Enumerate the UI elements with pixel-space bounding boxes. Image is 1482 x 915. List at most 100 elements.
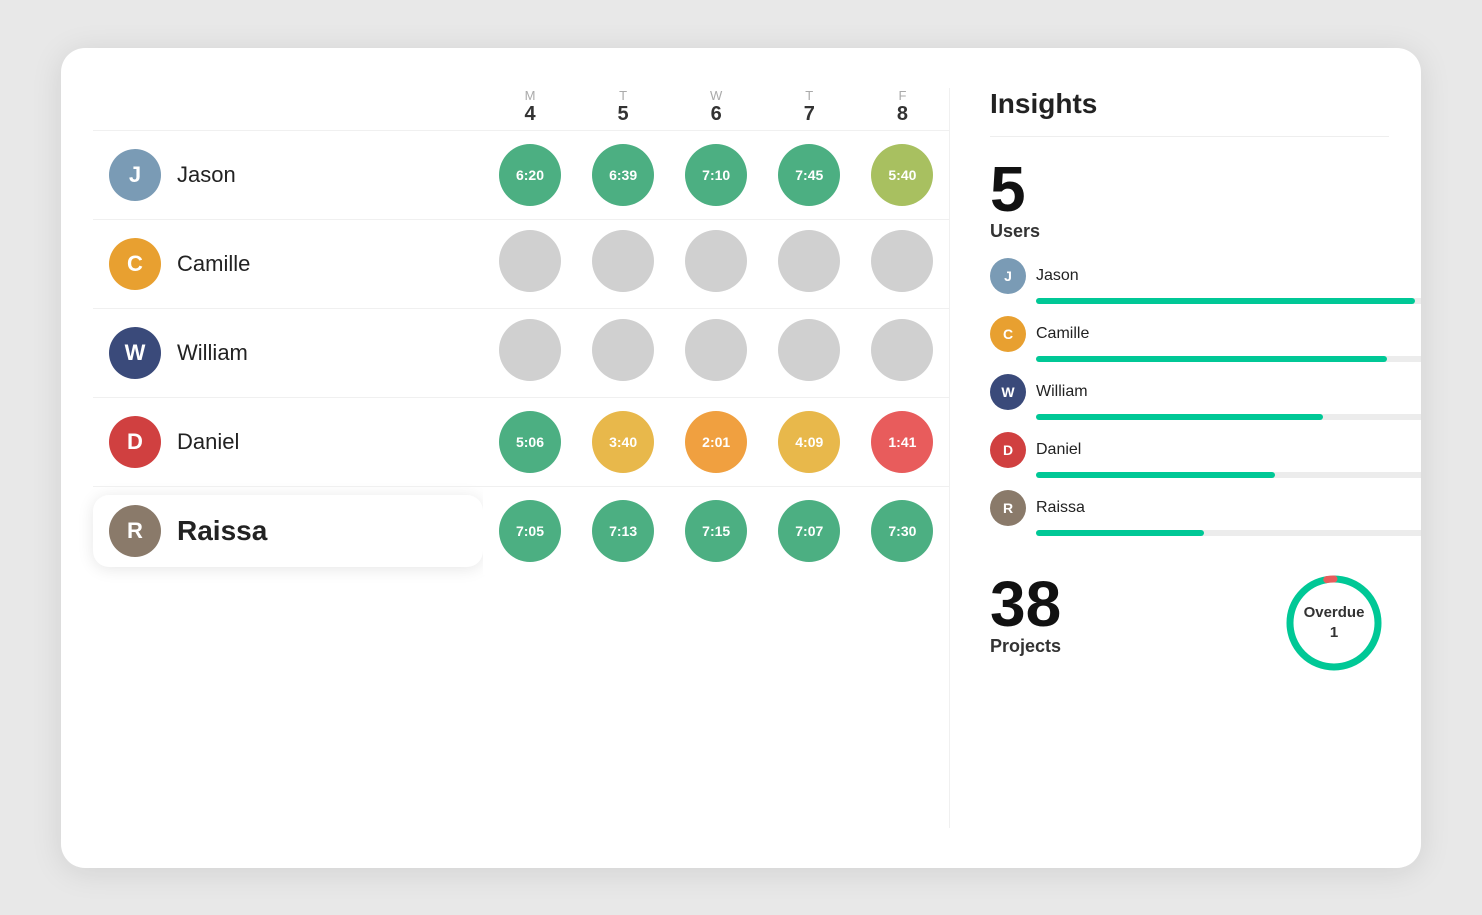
donut-label: Overdue 1 [1304, 603, 1365, 642]
time-bubble-william-0 [499, 319, 561, 381]
right-panel: Insights 5 Users JJasonCCamilleWWilliamD… [949, 88, 1389, 828]
time-cell-jason-2: 7:10 [670, 130, 763, 219]
time-bubble-jason-3: 7:45 [778, 144, 840, 206]
bar-fill-daniel [1036, 472, 1275, 478]
day-header-8: F8 [856, 88, 949, 131]
user-cell-jason[interactable]: JJason [93, 130, 483, 219]
time-cell-raissa-4: 7:30 [856, 486, 949, 575]
user-name-william: William [177, 340, 248, 366]
donut-container: Overdue 1 [1279, 568, 1389, 678]
bar-track-camille [1036, 356, 1421, 362]
bar-track-raissa [1036, 530, 1421, 536]
day-header-6: W6 [670, 88, 763, 131]
avatar-camille: C [109, 238, 161, 290]
donut-overdue-text: Overdue [1304, 604, 1365, 621]
bar-name-daniel: Daniel [1036, 441, 1081, 459]
time-cell-william-1 [577, 308, 670, 397]
user-cell-daniel[interactable]: DDaniel [93, 397, 483, 486]
time-cell-jason-3: 7:45 [763, 130, 856, 219]
bar-name-camille: Camille [1036, 325, 1089, 343]
day-header-5: T5 [577, 88, 670, 131]
small-avatar-jason: J [990, 258, 1026, 294]
user-row-william: W William [93, 308, 949, 397]
time-bubble-camille-3 [778, 230, 840, 292]
bar-item-william: W William [990, 374, 1389, 420]
user-cell-william[interactable]: W William [93, 308, 483, 397]
day-header-4: M4 [483, 88, 576, 131]
bar-track-william [1036, 414, 1421, 420]
time-bubble-jason-0: 6:20 [499, 144, 561, 206]
time-bubble-raissa-4: 7:30 [871, 500, 933, 562]
time-bubble-daniel-1: 3:40 [592, 411, 654, 473]
small-avatar-camille: C [990, 316, 1026, 352]
bar-fill-camille [1036, 356, 1387, 362]
bar-header-jason: J Jason [990, 258, 1389, 294]
bar-name-jason: Jason [1036, 267, 1079, 285]
bar-fill-jason [1036, 298, 1415, 304]
users-count: 5 [990, 157, 1389, 221]
time-cell-raissa-0: 7:05 [483, 486, 576, 575]
bar-item-jason: J Jason [990, 258, 1389, 304]
time-cell-william-0 [483, 308, 576, 397]
time-cell-jason-0: 6:20 [483, 130, 576, 219]
bar-name-raissa: Raissa [1036, 499, 1085, 517]
bar-item-raissa: R Raissa [990, 490, 1389, 536]
time-bubble-camille-4 [871, 230, 933, 292]
user-name-raissa: Raissa [177, 515, 267, 547]
schedule-table: M4T5W6T7F8 JJason6:206:397:107:455:40CCa… [93, 88, 949, 575]
time-bubble-camille-0 [499, 230, 561, 292]
time-bubble-daniel-4: 1:41 [871, 411, 933, 473]
bar-name-william: William [1036, 383, 1088, 401]
user-cell-camille[interactable]: C Camille [93, 219, 483, 308]
user-name-daniel: Daniel [177, 429, 239, 455]
time-bubble-raissa-0: 7:05 [499, 500, 561, 562]
time-cell-daniel-1: 3:40 [577, 397, 670, 486]
user-cell-raissa[interactable]: RRaissa [93, 486, 483, 575]
main-card: M4T5W6T7F8 JJason6:206:397:107:455:40CCa… [61, 48, 1421, 868]
time-bubble-daniel-3: 4:09 [778, 411, 840, 473]
bar-header-raissa: R Raissa [990, 490, 1389, 526]
bar-track-jason [1036, 298, 1421, 304]
user-row-raissa: RRaissa 7:05 7:13 7:15 7:07 7:30 [93, 486, 949, 575]
bar-header-william: W William [990, 374, 1389, 410]
time-bubble-jason-1: 6:39 [592, 144, 654, 206]
time-cell-daniel-4: 1:41 [856, 397, 949, 486]
small-avatar-william: W [990, 374, 1026, 410]
time-bubble-william-3 [778, 319, 840, 381]
insights-divider [990, 136, 1389, 137]
bar-fill-raissa [1036, 530, 1204, 536]
time-cell-william-4 [856, 308, 949, 397]
users-label: Users [990, 221, 1389, 242]
user-row-daniel: DDaniel5:06 3:40 2:01 4:09 1:41 [93, 397, 949, 486]
user-row-camille: C Camille [93, 219, 949, 308]
bar-item-camille: C Camille [990, 316, 1389, 362]
small-avatar-raissa: R [990, 490, 1026, 526]
avatar-jason: J [109, 149, 161, 201]
time-cell-camille-0 [483, 219, 576, 308]
time-cell-william-3 [763, 308, 856, 397]
user-row-jason: JJason 6:20 6:39 7:107:45 5:40 [93, 130, 949, 219]
bar-header-camille: C Camille [990, 316, 1389, 352]
time-cell-daniel-0: 5:06 [483, 397, 576, 486]
user-name-camille: Camille [177, 251, 250, 277]
time-cell-camille-1 [577, 219, 670, 308]
time-bubble-raissa-1: 7:13 [592, 500, 654, 562]
avatar-william: W [109, 327, 161, 379]
time-cell-raissa-1: 7:13 [577, 486, 670, 575]
time-cell-camille-2 [670, 219, 763, 308]
time-bubble-william-4 [871, 319, 933, 381]
time-bubble-camille-1 [592, 230, 654, 292]
time-cell-camille-4 [856, 219, 949, 308]
time-cell-daniel-3: 4:09 [763, 397, 856, 486]
time-bubble-jason-4: 5:40 [871, 144, 933, 206]
time-bubble-raissa-2: 7:15 [685, 500, 747, 562]
time-bubble-raissa-3: 7:07 [778, 500, 840, 562]
donut-overdue-num: 1 [1330, 624, 1338, 641]
small-avatar-daniel: D [990, 432, 1026, 468]
projects-left: 38 Projects [990, 572, 1061, 673]
time-cell-daniel-2: 2:01 [670, 397, 763, 486]
time-bubble-daniel-2: 2:01 [685, 411, 747, 473]
projects-label: Projects [990, 636, 1061, 657]
time-cell-jason-4: 5:40 [856, 130, 949, 219]
left-panel: M4T5W6T7F8 JJason6:206:397:107:455:40CCa… [93, 88, 949, 828]
